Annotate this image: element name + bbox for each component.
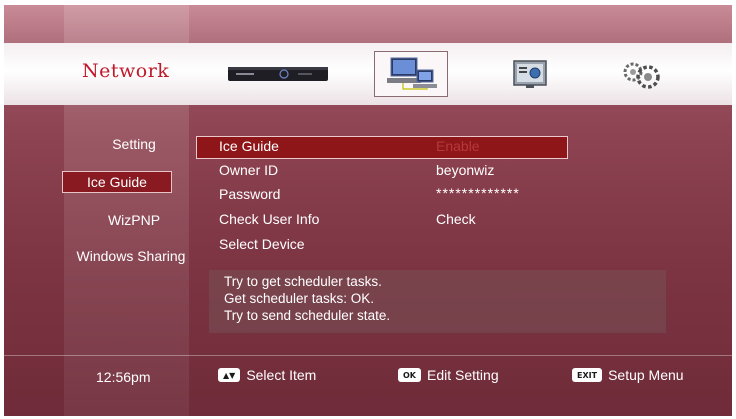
gears-icon[interactable]: [612, 51, 670, 97]
sidebar-item-setting[interactable]: Setting: [104, 136, 164, 152]
exit-key-icon: EXIT: [572, 368, 603, 382]
ok-key-icon: OK: [398, 368, 421, 382]
setting-value-password[interactable]: *************: [436, 185, 520, 201]
sidebar-item-wizpnp[interactable]: WizPNP: [94, 212, 174, 228]
status-message-line: Try to get scheduler tasks.: [224, 274, 382, 289]
setup-screen: Network Setting Ice Guide WizPNP Windows…: [4, 5, 732, 416]
status-message-box: Try to get scheduler tasks. Get schedule…: [209, 270, 666, 333]
clock: 12:56pm: [96, 369, 151, 385]
hint-select-item: ▲▼ Select Item: [218, 367, 316, 383]
up-down-key-icon: ▲▼: [218, 368, 241, 382]
hint-label: Setup Menu: [608, 367, 684, 383]
status-message-line: Get scheduler tasks: OK.: [224, 291, 375, 306]
network-computers-icon[interactable]: [374, 51, 448, 97]
setting-label-check-user-info[interactable]: Check User Info: [219, 211, 319, 227]
hint-label: Edit Setting: [427, 367, 499, 383]
hint-setup-menu: EXIT Setup Menu: [572, 367, 684, 383]
setting-label-select-device[interactable]: Select Device: [219, 236, 305, 252]
setting-value-check-user-info[interactable]: Check: [436, 211, 476, 227]
setting-label-ice-guide[interactable]: Ice Guide: [219, 138, 279, 154]
setting-value-ice-guide[interactable]: Enable: [436, 138, 480, 154]
setting-label-password[interactable]: Password: [219, 186, 280, 202]
footer-divider: [4, 355, 732, 356]
settop-box-icon[interactable]: [222, 51, 334, 97]
monitor-settings-icon[interactable]: [504, 51, 556, 97]
setting-label-owner-id[interactable]: Owner ID: [219, 162, 278, 178]
hint-edit-setting: OK Edit Setting: [398, 367, 499, 383]
status-message-line: Try to send scheduler state.: [224, 308, 391, 323]
sidebar-item-windows-sharing[interactable]: Windows Sharing: [66, 248, 196, 264]
sidebar-item-ice-guide[interactable]: Ice Guide: [62, 171, 172, 193]
setting-value-owner-id[interactable]: beyonwiz: [436, 162, 494, 178]
hint-label: Select Item: [246, 367, 317, 383]
page-title: Network: [82, 60, 170, 82]
